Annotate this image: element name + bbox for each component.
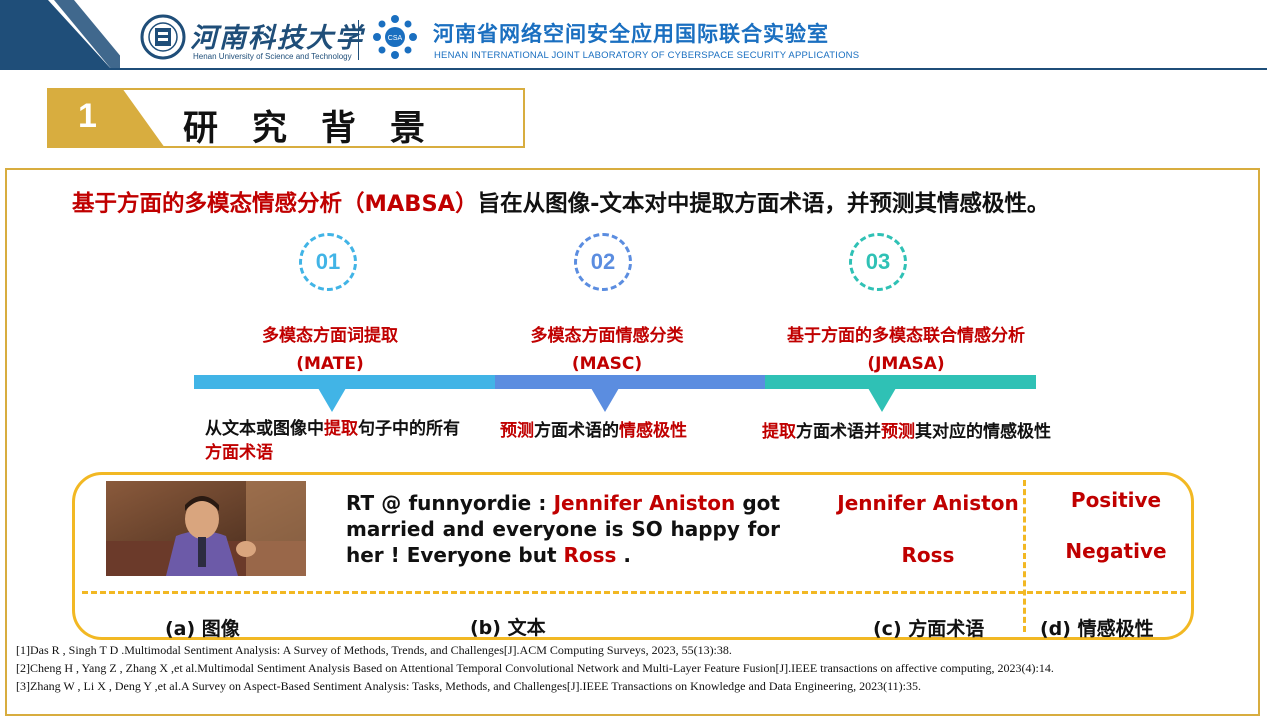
step-2-desc-keyword: 预测	[500, 421, 534, 441]
step-1-desc-keyword: 提取	[324, 419, 358, 439]
step-1-abbr: (MATE)	[296, 354, 364, 374]
reference-2: [2]Cheng H , Yang Z , Zhang X ,et al.Mul…	[16, 661, 1054, 675]
step-3-desc-keyword: 预测	[881, 422, 915, 442]
polarity-1: Positive	[1070, 488, 1162, 512]
section-title: 研究背景	[183, 109, 460, 149]
tweet-aspect-term: Ross	[563, 543, 617, 567]
university-name-cn: 河南科技大学	[190, 23, 364, 54]
example-tweet-text: RT @ funnyordie : Jennifer Aniston got m…	[346, 490, 780, 568]
step-3-circle: 03	[849, 233, 907, 291]
tweet-text-part: .	[616, 543, 631, 567]
headline: 基于方面的多模态情感分析（MABSA）旨在从图像-文本对中提取方面术语，并预测其…	[72, 186, 1049, 218]
step-3-desc-keyword: 提取	[762, 422, 796, 442]
step-3-desc-part: 其对应的情感极性	[915, 422, 1051, 442]
step-1-description: 从文本或图像中提取句子中的所有方面术语	[205, 417, 475, 465]
tweet-aspect-term: Jennifer Aniston	[553, 491, 736, 515]
step-2-circle: 02	[574, 233, 632, 291]
step-3-pointer	[868, 388, 896, 412]
reference-3: [3]Zhang W , Li X , Deng Y ,et al.A Surv…	[16, 679, 922, 693]
step-1-circle: 01	[299, 233, 357, 291]
lab-logo-text: CSA	[388, 35, 403, 42]
step-1-title: 多模态方面词提取 (MATE)	[230, 322, 430, 378]
example-image	[106, 481, 306, 576]
step-3-desc-part: 方面术语并	[796, 422, 881, 442]
timeline-segment-3	[765, 375, 1036, 389]
polarity-2: Negative	[1065, 539, 1167, 563]
step-2-abbr: (MASC)	[571, 354, 643, 374]
section-number-badge	[47, 88, 165, 148]
step-2-number: 02	[590, 249, 616, 274]
step-3-title: 基于方面的多模态联合情感分析 (JMASA)	[756, 322, 1056, 378]
example-horizontal-divider	[82, 591, 1186, 594]
step-1-title-text: 多模态方面词提取	[262, 326, 398, 346]
header-corner-decoration	[0, 0, 120, 70]
step-3-title-text: 基于方面的多模态联合情感分析	[787, 326, 1025, 346]
aspect-term-1: Jennifer Aniston	[837, 491, 1019, 515]
step-1-desc-part: 从文本或图像中	[205, 419, 324, 439]
step-1-desc-keyword: 方面术语	[205, 443, 273, 463]
step-1-pointer	[318, 388, 346, 412]
caption-polarity: (d) 情感极性	[1040, 618, 1154, 640]
lab-logo: CSA	[373, 15, 417, 59]
timeline-segment-2	[495, 375, 765, 389]
university-logo	[140, 14, 186, 60]
header-bottom-line	[0, 68, 1267, 70]
reference-1: [1]Das R , Singh T D .Multimodal Sentime…	[16, 643, 732, 657]
step-2-desc-keyword: 情感极性	[619, 421, 687, 441]
step-2-pointer	[591, 388, 619, 412]
aspect-term-2: Ross	[901, 543, 955, 567]
step-2-title: 多模态方面情感分类 (MASC)	[497, 322, 717, 378]
step-1-number: 01	[315, 249, 341, 274]
step-2-description: 预测方面术语的情感极性	[500, 419, 687, 443]
headline-highlight: 基于方面的多模态情感分析（MABSA）	[72, 191, 478, 217]
tweet-text-part: RT @ funnyordie :	[346, 491, 554, 515]
example-vertical-divider	[1023, 480, 1026, 632]
caption-text: (b) 文本	[470, 617, 546, 639]
step-1-desc-part: 句子中的所有	[358, 419, 460, 439]
step-3-description: 提取方面术语并预测其对应的情感极性	[762, 420, 1051, 444]
lab-name-en: HENAN INTERNATIONAL JOINT LABORATORY OF …	[434, 50, 860, 61]
step-3-number: 03	[865, 249, 891, 274]
university-name-en: Henan University of Science and Technolo…	[193, 52, 352, 61]
step-2-desc-part: 方面术语的	[534, 421, 619, 441]
timeline-segment-1	[194, 375, 495, 389]
headline-rest: 旨在从图像-文本对中提取方面术语，并预测其情感极性。	[477, 191, 1050, 217]
header-divider	[358, 20, 359, 60]
step-3-abbr: (JMASA)	[867, 354, 945, 374]
caption-image: (a) 图像	[165, 618, 240, 640]
step-2-title-text: 多模态方面情感分类	[530, 326, 684, 346]
lab-name-cn: 河南省网络空间安全应用国际联合实验室	[433, 22, 829, 46]
caption-aspect: (c) 方面术语	[873, 618, 985, 640]
section-number: 1	[78, 97, 97, 135]
